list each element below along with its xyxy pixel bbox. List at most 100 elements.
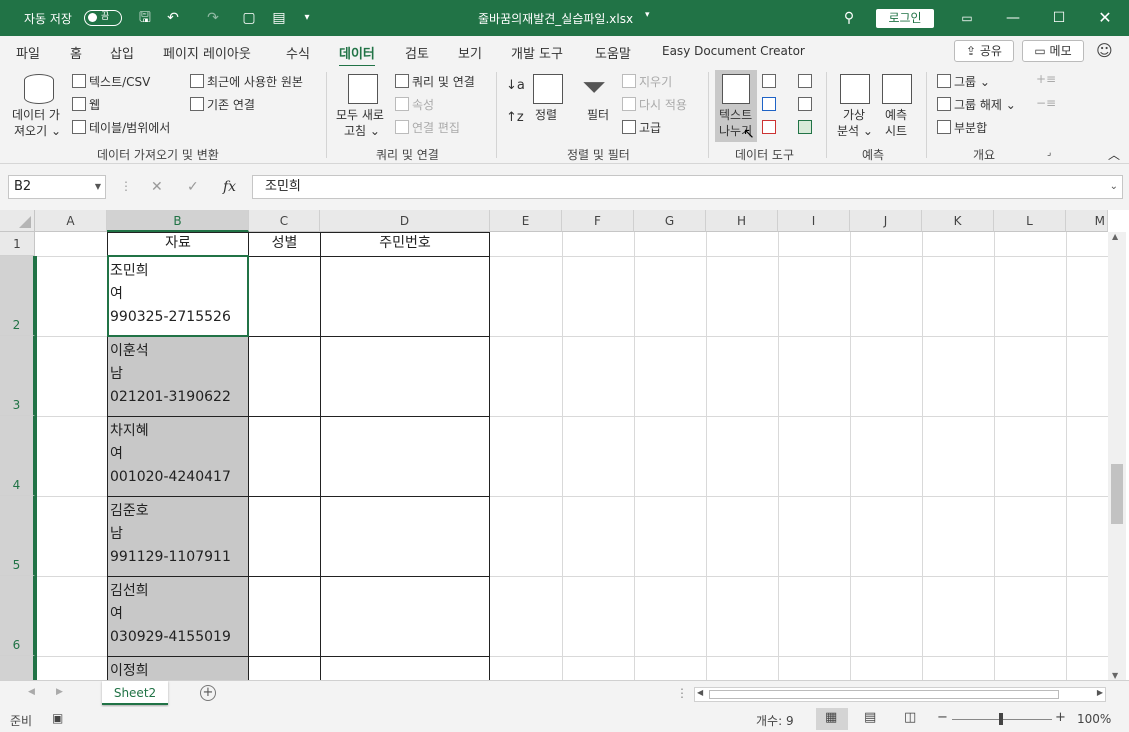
outline-dialog-launcher-icon[interactable]: ⌟ bbox=[1047, 148, 1051, 158]
tab-help[interactable]: 도움말 bbox=[595, 43, 631, 62]
row-header-6[interactable]: 6 bbox=[0, 576, 35, 656]
sort-button[interactable]: 정렬 bbox=[535, 106, 557, 123]
row-header-3[interactable]: 3 bbox=[0, 336, 35, 416]
cell-c5[interactable] bbox=[248, 496, 321, 577]
from-web-button[interactable]: 웹 bbox=[72, 96, 100, 113]
select-all-button[interactable] bbox=[0, 210, 35, 232]
save-icon[interactable]: 🖫 bbox=[136, 9, 154, 27]
cell-d5[interactable] bbox=[320, 496, 490, 577]
ungroup-button[interactable]: 그룹 해제 ⌄ bbox=[937, 96, 1016, 113]
collapse-ribbon-icon[interactable]: ︿ bbox=[1108, 146, 1120, 163]
minimize-icon[interactable]: — bbox=[990, 6, 1036, 30]
forecast-label-2[interactable]: 시트 bbox=[885, 122, 907, 139]
cell-c2[interactable] bbox=[248, 256, 321, 337]
hide-detail-icon[interactable]: −≡ bbox=[1036, 96, 1056, 110]
tab-easy-document-creator[interactable]: Easy Document Creator bbox=[662, 44, 805, 58]
page-layout-view-icon[interactable]: ▤ bbox=[864, 710, 876, 725]
column-header-k[interactable]: K bbox=[922, 210, 994, 232]
cell-d3[interactable] bbox=[320, 336, 490, 417]
what-if-label-2[interactable]: 분석 ⌄ bbox=[837, 122, 873, 139]
next-sheet-icon[interactable]: ▶ bbox=[56, 687, 63, 697]
consolidate-icon[interactable] bbox=[798, 74, 812, 88]
column-header-f[interactable]: F bbox=[562, 210, 634, 232]
tab-page-layout[interactable]: 페이지 레이아웃 bbox=[163, 43, 251, 62]
customize-qat-icon[interactable]: ▾ bbox=[298, 9, 316, 27]
recent-sources-button[interactable]: 최근에 사용한 원본 bbox=[190, 73, 303, 90]
cell-d4[interactable] bbox=[320, 416, 490, 497]
maximize-icon[interactable]: ☐ bbox=[1036, 6, 1082, 30]
cancel-icon[interactable]: ✕ bbox=[151, 179, 163, 195]
clear-button[interactable]: 지우기 bbox=[622, 73, 672, 90]
column-header-b[interactable]: B bbox=[107, 210, 249, 232]
properties-button[interactable]: 속성 bbox=[395, 96, 434, 113]
cell-c7[interactable] bbox=[248, 656, 321, 680]
macro-record-icon[interactable]: ▣ bbox=[52, 711, 63, 725]
enter-icon[interactable]: ✓ bbox=[187, 179, 199, 195]
redo-icon[interactable]: ↷ bbox=[204, 9, 222, 27]
column-header-l[interactable]: L bbox=[994, 210, 1066, 232]
zoom-level[interactable]: 100% bbox=[1077, 712, 1111, 726]
show-detail-icon[interactable]: +≡ bbox=[1036, 72, 1056, 86]
prev-sheet-icon[interactable]: ◀ bbox=[28, 687, 35, 697]
refresh-all-label-1[interactable]: 모두 새로 bbox=[336, 106, 384, 123]
get-data-label-2[interactable]: 져오기 ⌄ bbox=[14, 122, 61, 139]
column-header-h[interactable]: H bbox=[706, 210, 778, 232]
advanced-button[interactable]: 고급 bbox=[622, 119, 661, 136]
tab-insert[interactable]: 삽입 bbox=[110, 43, 134, 62]
cell-c4[interactable] bbox=[248, 416, 321, 497]
scroll-left-icon[interactable]: ◀ bbox=[697, 688, 703, 697]
data-validation-icon[interactable] bbox=[762, 120, 776, 134]
existing-connections-button[interactable]: 기존 연결 bbox=[190, 96, 255, 113]
column-header-a[interactable]: A bbox=[35, 210, 107, 232]
worksheet-grid[interactable]: A B C D E F G H I J K L M 1 2 3 4 5 6 자료… bbox=[0, 210, 1129, 680]
tab-view[interactable]: 보기 bbox=[458, 43, 482, 62]
name-box[interactable]: B2 ▼ bbox=[8, 175, 106, 199]
sheet-tab[interactable]: Sheet2 bbox=[102, 681, 168, 705]
column-header-m[interactable]: M bbox=[1066, 210, 1108, 232]
tab-data[interactable]: 데이터 bbox=[339, 43, 375, 68]
cell-c3[interactable] bbox=[248, 336, 321, 417]
zoom-out-icon[interactable]: − bbox=[937, 710, 948, 725]
sort-az-icon[interactable]: ↓a bbox=[506, 78, 525, 93]
page-break-view-icon[interactable]: ◫ bbox=[904, 710, 916, 725]
tab-formulas[interactable]: 수식 bbox=[286, 43, 310, 62]
login-button[interactable]: 로그인 bbox=[876, 9, 934, 28]
close-icon[interactable]: ✕ bbox=[1082, 6, 1128, 30]
data-model-icon[interactable] bbox=[798, 120, 812, 134]
edit-links-button[interactable]: 연결 편집 bbox=[395, 119, 460, 136]
scroll-up-icon[interactable]: ▲ bbox=[1112, 232, 1118, 241]
flash-fill-icon[interactable] bbox=[762, 74, 776, 88]
new-sheet-icon[interactable]: ▢ bbox=[240, 9, 258, 27]
column-header-g[interactable]: G bbox=[634, 210, 706, 232]
row-header-2[interactable]: 2 bbox=[0, 256, 35, 336]
tab-split-grip-icon[interactable]: ⋮ bbox=[676, 686, 688, 700]
tab-file[interactable]: 파일 bbox=[16, 43, 40, 62]
feedback-smiley-icon[interactable]: ☺ bbox=[1096, 41, 1113, 60]
tab-home[interactable]: 홈 bbox=[70, 43, 82, 62]
column-header-e[interactable]: E bbox=[490, 210, 562, 232]
get-data-label-1[interactable]: 데이터 가 bbox=[12, 106, 60, 123]
vertical-scrollbar[interactable]: ▲ ▼ bbox=[1108, 232, 1126, 680]
remove-duplicates-icon[interactable] bbox=[762, 97, 776, 111]
from-table-range-button[interactable]: 테이블/범위에서 bbox=[72, 119, 170, 136]
share-button[interactable]: ⇪ 공유 bbox=[954, 40, 1014, 62]
column-header-j[interactable]: J bbox=[850, 210, 922, 232]
title-dropdown-icon[interactable]: ▾ bbox=[645, 10, 650, 20]
reapply-button[interactable]: 다시 적용 bbox=[622, 96, 687, 113]
search-icon[interactable]: ⚲ bbox=[840, 9, 858, 27]
add-sheet-icon[interactable]: + bbox=[200, 685, 216, 701]
insert-function-icon[interactable]: fx bbox=[223, 179, 236, 195]
forecast-label-1[interactable]: 예측 bbox=[885, 106, 907, 123]
formula-input[interactable]: 조민희 ⌄ bbox=[252, 175, 1123, 199]
column-header-i[interactable]: I bbox=[778, 210, 850, 232]
ribbon-display-icon[interactable]: ▭ bbox=[944, 6, 990, 30]
column-header-d[interactable]: D bbox=[320, 210, 490, 232]
zoom-slider-thumb[interactable] bbox=[999, 713, 1003, 725]
sort-za-icon[interactable]: ↑z bbox=[506, 110, 524, 125]
from-text-csv-button[interactable]: 텍스트/CSV bbox=[72, 73, 150, 90]
expand-formula-bar-icon[interactable]: ⌄ bbox=[1110, 176, 1118, 198]
scroll-down-icon[interactable]: ▼ bbox=[1112, 671, 1118, 680]
row-header-5[interactable]: 5 bbox=[0, 496, 35, 576]
row-header-7[interactable] bbox=[0, 656, 35, 680]
comments-button[interactable]: ▭ 메모 bbox=[1022, 40, 1084, 62]
